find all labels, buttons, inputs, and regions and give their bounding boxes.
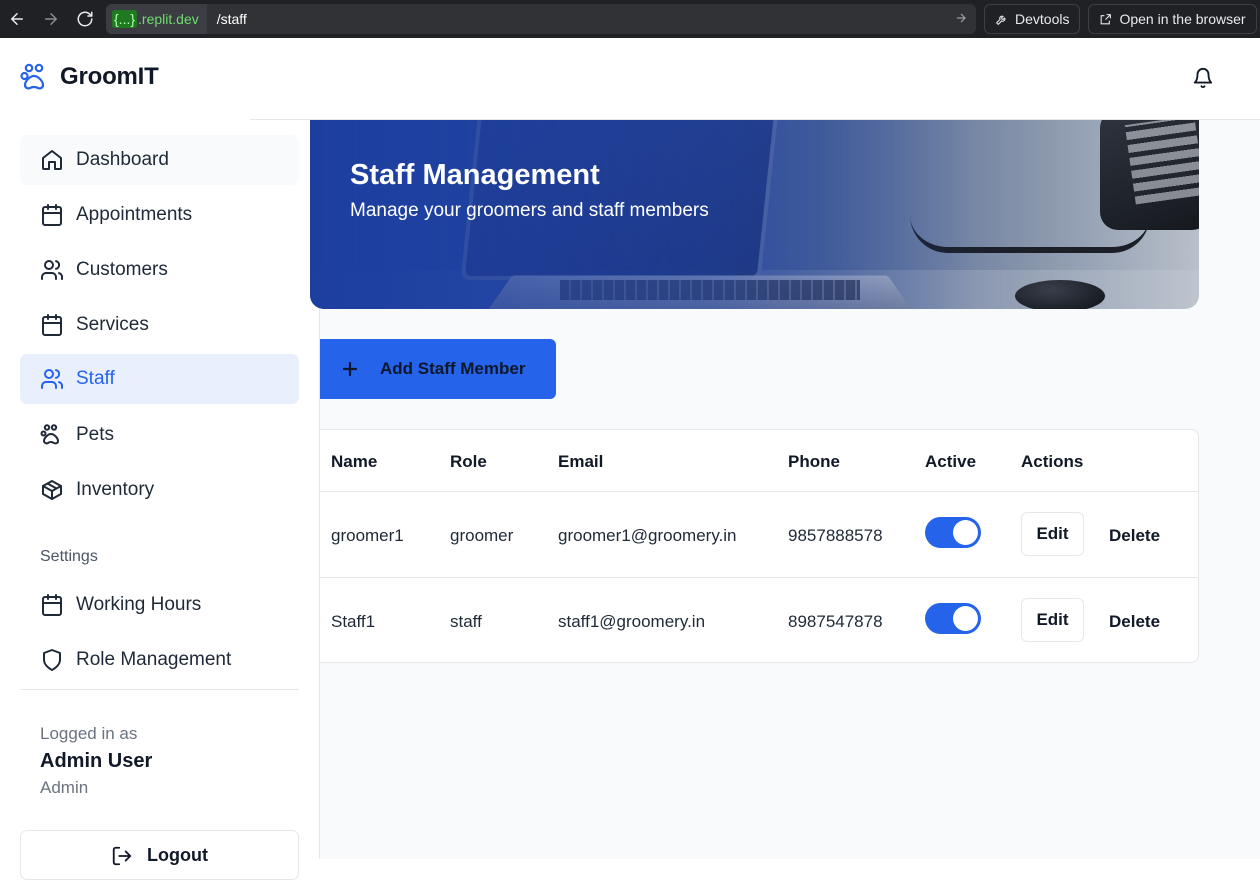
url-host-domain: .replit.dev (138, 11, 199, 27)
toggle-knob (953, 606, 978, 631)
column-header-actions: Actions (1021, 452, 1084, 471)
cell-phone: 8987547878 (788, 612, 883, 631)
sidebar-item-label: Inventory (76, 479, 155, 500)
sidebar-item-dashboard[interactable]: Dashboard (20, 135, 299, 185)
active-toggle[interactable] (925, 517, 981, 548)
staff-table: Name Role Email Phone Active Actions gro… (320, 429, 1199, 663)
cell-email: groomer1@groomery.in (558, 526, 737, 545)
reload-button[interactable] (68, 0, 102, 38)
sidebar-divider (20, 689, 299, 690)
active-toggle[interactable] (925, 603, 981, 634)
add-staff-label: Add Staff Member (380, 359, 526, 378)
hero-banner: Staff Management Manage your groomers an… (310, 120, 1199, 309)
column-header-name: Name (331, 452, 378, 471)
open-in-browser-label: Open in the browser (1119, 11, 1246, 27)
logged-in-label: Logged in as (40, 724, 138, 743)
column-header-role: Role (450, 452, 487, 471)
sidebar-item-label: Staff (76, 368, 115, 389)
notifications-button[interactable] (1192, 67, 1216, 91)
settings-section-label: Settings (40, 548, 98, 565)
edit-button[interactable]: Edit (1021, 512, 1084, 556)
user-name: Admin User (40, 750, 153, 772)
url-host: {...} .replit.dev (106, 4, 207, 34)
reload-icon (77, 11, 93, 27)
devtools-label: Devtools (1015, 11, 1070, 27)
external-link-icon (1101, 13, 1112, 24)
app-name: GroomIT (60, 63, 159, 90)
cell-name: groomer1 (331, 526, 404, 545)
plus-icon (342, 361, 358, 377)
arrow-left-icon (11, 13, 23, 25)
cell-role: staff (450, 612, 482, 631)
logout-icon (112, 846, 132, 866)
page-subtitle: Manage your groomers and staff members (350, 200, 709, 221)
sidebar-item-label: Pets (76, 424, 115, 445)
add-staff-button[interactable]: Add Staff Member (320, 339, 556, 399)
calendar-icon (42, 594, 62, 616)
sidebar-item-inventory[interactable]: Inventory (20, 465, 299, 515)
paw-logo-icon (20, 63, 45, 90)
arrow-right-icon (45, 13, 57, 25)
sidebar-item-label: Customers (76, 259, 168, 280)
page-title: Staff Management (350, 159, 600, 191)
sidebar-item-label: Role Management (76, 649, 232, 670)
sidebar: Dashboard Appointments Customers Service… (0, 120, 320, 880)
open-in-browser-button[interactable]: Open in the browser (1088, 4, 1257, 34)
user-role: Admin (40, 778, 89, 797)
sidebar-item-label: Working Hours (76, 594, 202, 615)
cell-name: Staff1 (331, 612, 376, 631)
home-icon (42, 150, 62, 170)
url-path: /staff (216, 11, 247, 27)
delete-button[interactable]: Delete (1109, 526, 1160, 546)
edit-button[interactable]: Edit (1021, 598, 1084, 642)
toggle-knob (953, 520, 978, 545)
logout-label: Logout (147, 845, 208, 865)
row-divider (320, 577, 1199, 578)
app-logo[interactable]: GroomIT (20, 62, 159, 92)
users-icon (41, 369, 64, 389)
cell-role: groomer (450, 526, 514, 545)
cell-phone: 9857888578 (788, 526, 883, 545)
url-host-brace: {...} (112, 10, 138, 28)
shield-icon (43, 649, 61, 671)
users-icon (41, 260, 64, 280)
address-bar[interactable]: {...} .replit.dev /staff (106, 4, 976, 34)
paw-icon (40, 424, 59, 445)
header-row-divider (320, 491, 1199, 492)
bell-icon (1193, 68, 1213, 89)
sidebar-item-appointments[interactable]: Appointments (20, 190, 299, 240)
go-arrow-icon[interactable] (954, 11, 970, 27)
back-button[interactable] (0, 0, 34, 38)
column-header-email: Email (558, 452, 604, 471)
box-icon (42, 480, 62, 500)
column-header-active: Active (925, 452, 977, 471)
forward-button[interactable] (34, 0, 68, 38)
sidebar-item-role-management[interactable]: Role Management (20, 635, 299, 685)
column-header-phone: Phone (788, 452, 840, 471)
sidebar-item-pets[interactable]: Pets (20, 410, 299, 460)
sidebar-item-label: Appointments (76, 204, 193, 225)
sidebar-item-label: Services (76, 314, 149, 335)
sidebar-item-working-hours[interactable]: Working Hours (20, 580, 299, 630)
app-header: GroomIT (0, 38, 1260, 120)
sidebar-item-staff[interactable]: Staff (20, 354, 299, 404)
calendar-icon (42, 314, 62, 336)
delete-button[interactable]: Delete (1109, 612, 1160, 632)
sidebar-item-label: Dashboard (76, 149, 169, 170)
calendar-icon (42, 204, 62, 226)
wrench-icon (995, 15, 1006, 25)
cell-email: staff1@groomery.in (558, 612, 706, 631)
devtools-button[interactable]: Devtools (984, 4, 1081, 34)
sidebar-item-customers[interactable]: Customers (20, 245, 299, 295)
browser-toolbar: {...} .replit.dev /staff Devtools Open i… (0, 0, 1260, 38)
logout-button[interactable]: Logout (20, 830, 299, 880)
sidebar-item-services[interactable]: Services (20, 300, 299, 350)
